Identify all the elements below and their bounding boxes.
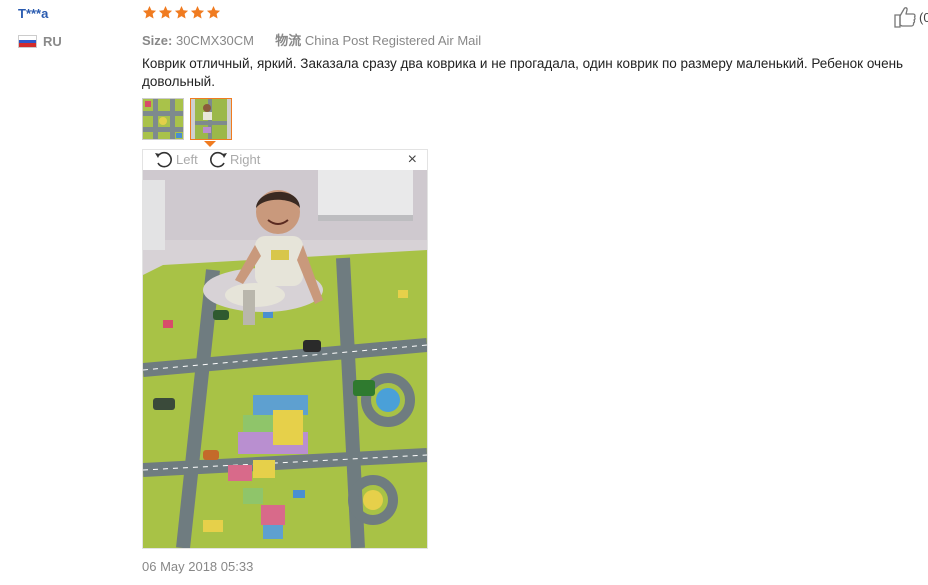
thumbnail-image (191, 99, 231, 139)
country-code: RU (43, 34, 62, 49)
rotate-left-button[interactable]: Left (153, 150, 198, 168)
russia-flag-icon (18, 35, 37, 48)
logistics-value: China Post Registered Air Mail (304, 33, 482, 48)
reviewer-country: RU (18, 34, 62, 49)
rotate-right-label: Right (230, 151, 261, 167)
close-icon[interactable]: × (408, 151, 417, 169)
thumbs-up-icon (894, 7, 916, 28)
logistics-label: 物流 (275, 33, 302, 48)
rotate-left-icon (155, 151, 172, 168)
rotate-right-icon (210, 151, 227, 168)
size-label: Size: (142, 33, 173, 48)
review-text: Коврик отличный, яркий. Заказала сразу д… (142, 56, 904, 89)
review-photo (143, 170, 427, 548)
star-rating (142, 5, 221, 20)
review-date: 06 May 2018 05:33 (142, 559, 254, 574)
photo-thumbnail-2[interactable] (190, 98, 232, 140)
viewer-toolbar: Left Right × (143, 150, 427, 170)
rotate-right-button[interactable]: Right (207, 150, 260, 168)
reviewer-name[interactable]: T***a (18, 6, 48, 21)
order-attributes: Size: 30CMX30CM 物流 China Post Registered… (142, 30, 481, 49)
star-icon (190, 5, 205, 19)
thumbnail-pointer (204, 141, 216, 147)
photo-thumbnail-1[interactable] (142, 98, 184, 140)
thumbnail-image (143, 99, 183, 139)
star-icon (206, 5, 221, 19)
star-icon (142, 5, 157, 19)
helpful-button[interactable]: (0 (893, 6, 928, 28)
size-value: 30CMX30CM (175, 33, 254, 48)
star-icon (174, 5, 189, 19)
helpful-count: (0 (919, 9, 928, 25)
rotate-left-label: Left (176, 151, 198, 167)
star-icon (158, 5, 173, 19)
photo-thumbnails (142, 98, 232, 140)
photo-viewer: Left Right × (142, 149, 428, 549)
